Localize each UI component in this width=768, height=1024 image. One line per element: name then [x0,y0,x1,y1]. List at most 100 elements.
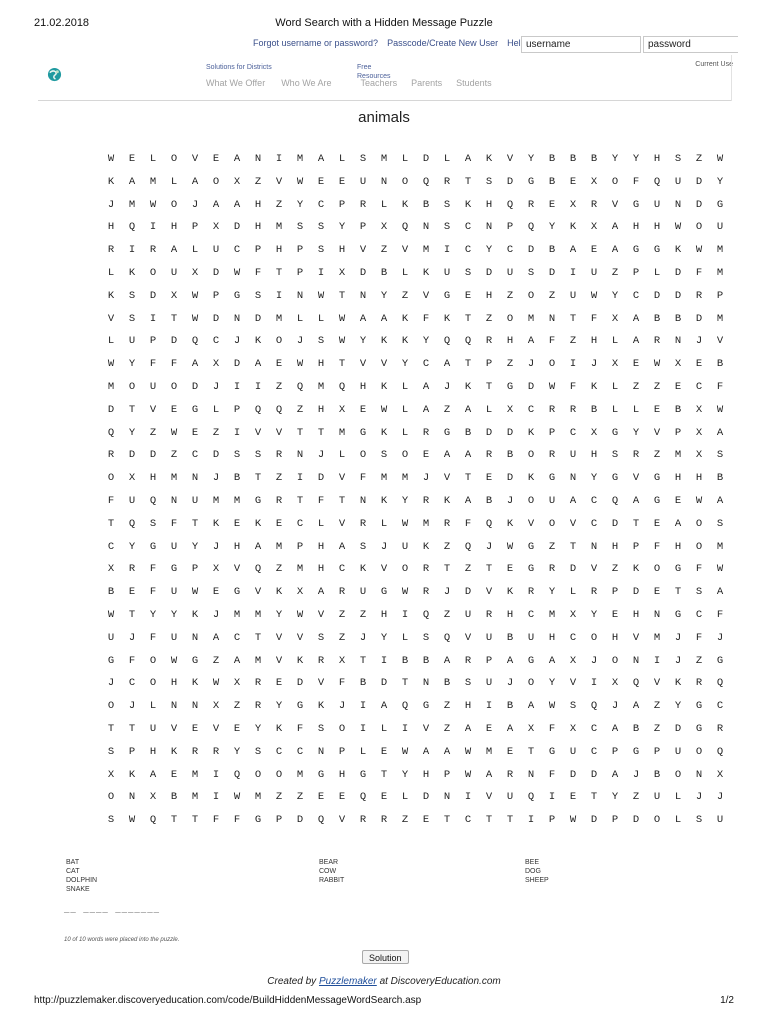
grid-letter: G [695,723,703,735]
grid-letter: I [464,791,472,804]
grid-letter: Y [590,609,598,621]
grid-letter: Y [548,586,556,599]
grid-letter: Z [695,153,703,165]
solutions-for-districts-link[interactable]: Solutions for Districts [206,64,272,71]
grid-letter: I [254,381,262,393]
grid-letter: G [233,289,241,302]
grid-letter: E [485,472,493,485]
grid-letter: A [464,723,472,735]
grid-letter: A [611,244,619,257]
grid-letter: U [191,495,199,507]
grid-letter: V [338,814,346,827]
grid-letter: T [464,358,472,371]
grid-letter: T [107,517,115,530]
grid-letter: Z [170,449,178,462]
grid-letter: D [506,426,514,439]
nav-teachers[interactable]: Teachers [361,78,398,88]
password-input[interactable]: password [643,36,738,53]
grid-letter: Z [548,540,556,553]
grid-letter: G [443,426,451,439]
grid-letter: V [569,517,577,530]
grid-letter: N [191,631,199,644]
forgot-password-link[interactable]: Forgot username or password? [253,38,378,48]
grid-letter: E [464,289,472,302]
grid-letter: N [128,791,136,804]
grid-letter: R [275,495,283,507]
grid-letter: I [149,312,157,325]
grid-letter: S [254,289,262,302]
nav-parents[interactable]: Parents [411,78,442,88]
grid-letter: M [107,381,115,393]
username-input[interactable]: username [521,36,641,53]
grid-letter: D [695,312,703,325]
grid-letter: R [464,654,472,667]
grid-letter: A [443,449,451,462]
nav-what-we-offer[interactable]: What We Offer [206,78,265,88]
grid-letter: P [674,426,682,439]
grid-letter: V [275,426,283,439]
grid-letter: G [359,768,367,781]
grid-letter: C [527,609,535,621]
grid-letter: W [296,609,304,621]
grid-letter: J [632,768,640,781]
puzzlemaker-link[interactable]: Puzzlemaker [319,976,377,987]
grid-letter: T [317,426,325,439]
grid-letter: C [107,540,115,553]
grid-letter: K [380,426,388,439]
grid-letter: R [695,289,703,302]
word-item: SNAKE [66,886,90,893]
grid-letter: X [569,723,577,735]
solution-button[interactable]: Solution [362,950,409,964]
grid-letter: W [506,540,514,553]
grid-letter: I [401,723,409,735]
nav-students[interactable]: Students [456,78,492,88]
grid-letter: X [380,221,388,234]
globe-logo-icon[interactable] [47,67,62,82]
grid-letter: J [191,198,199,211]
grid-letter: Q [464,540,472,553]
grid-letter: J [212,540,220,553]
grid-letter: X [611,358,619,371]
nav-who-we-are[interactable]: Who We Are [281,78,331,88]
grid-letter: G [653,244,661,257]
grid-letter: I [296,472,304,485]
grid-letter: G [170,563,178,576]
word-list-column-2: BEAR COW RABBIT [319,858,344,885]
grid-letter: J [338,700,346,713]
grid-letter: Q [107,426,115,439]
grid-letter: U [359,175,367,188]
grid-letter: Z [296,791,304,804]
passcode-create-user-link[interactable]: Passcode/Create New User [387,38,498,48]
grid-letter: G [695,700,703,713]
grid-letter: E [359,403,367,416]
grid-letter: P [611,586,619,599]
grid-letter: Y [611,791,619,804]
grid-letter: W [464,768,472,781]
grid-letter: R [275,449,283,462]
grid-letter: R [527,198,535,211]
grid-letter: L [149,700,157,713]
grid-letter: K [422,540,430,553]
grid-letter: A [359,312,367,325]
grid-letter: F [296,723,304,735]
grid-letter: R [191,745,199,758]
grid-letter: R [695,677,703,690]
grid-letter: G [716,198,724,211]
grid-letter: I [359,723,367,735]
grid-letter: N [296,289,304,302]
grid-letter: R [107,449,115,462]
grid-letter: K [443,312,451,325]
grid-letter: D [149,449,157,462]
grid-letter: F [233,814,241,827]
grid-letter: S [695,586,703,599]
grid-letter: K [359,563,367,576]
grid-letter: T [107,723,115,735]
grid-letter: G [506,381,514,393]
grid-letter: A [611,723,619,735]
word-item: BEE [525,859,540,866]
grid-letter: J [422,472,430,485]
grid-letter: Q [359,791,367,804]
grid-letter: C [464,221,472,234]
grid-letter: D [212,449,220,462]
grid-letter: U [527,631,535,644]
